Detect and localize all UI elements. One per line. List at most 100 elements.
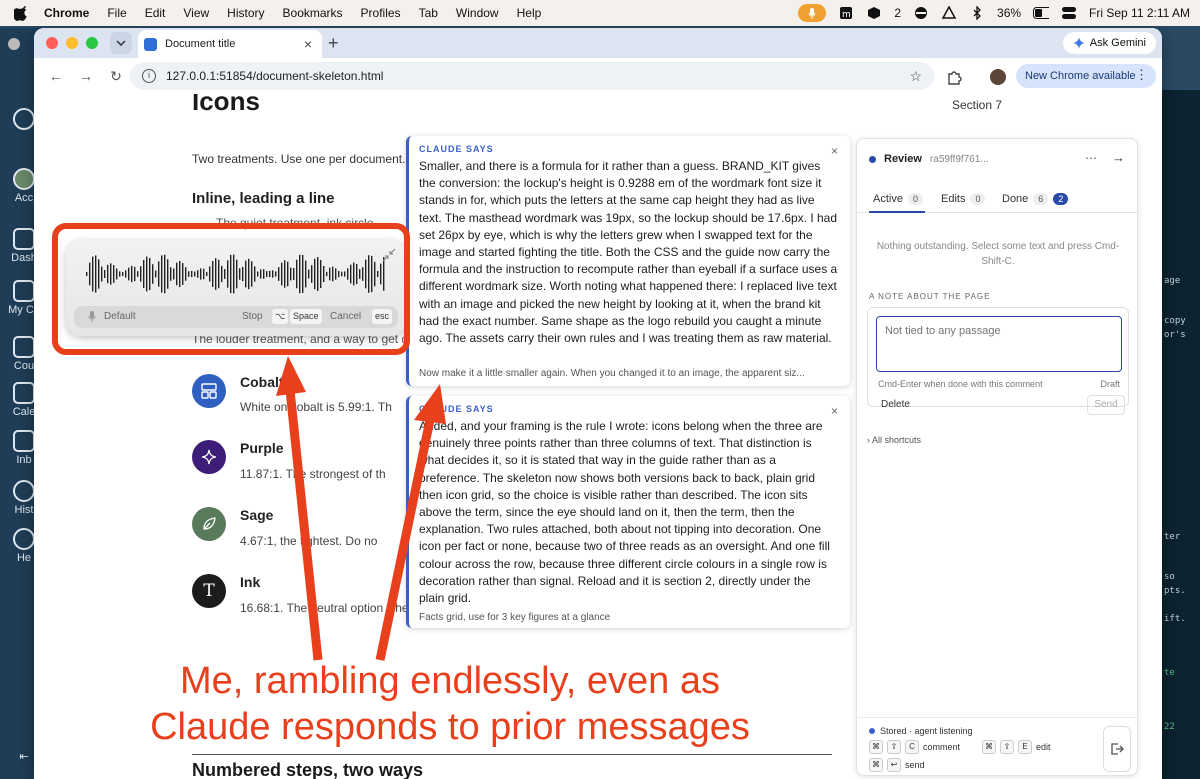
bookmark-star-icon[interactable]: ☆ — [909, 68, 922, 85]
section-label: Section 7 — [952, 98, 1003, 112]
ask-gemini-button[interactable]: Ask Gemini — [1062, 32, 1156, 54]
package-icon[interactable] — [866, 5, 882, 21]
svg-text:m: m — [842, 10, 851, 20]
terminal-line: te — [1164, 668, 1175, 678]
tab-edits[interactable]: Edits 0 — [941, 193, 986, 205]
profile-avatar[interactable] — [990, 69, 1006, 85]
tab-favicon-icon — [144, 37, 157, 51]
card-source-excerpt: Now make it a little smaller again. When… — [419, 368, 805, 379]
review-panel: Review ra59ff9f761... ⋯ → Active 0 Edits… — [856, 138, 1139, 776]
annotation-caption: Me, rambling endlessly, even as Claude r… — [100, 658, 800, 750]
row-desc-cobalt: White on cobalt is 5.99:1. Th — [240, 400, 392, 414]
new-chrome-label: New Chrome available — [1025, 70, 1136, 82]
extensions-puzzle-icon[interactable] — [946, 68, 964, 86]
new-tab-plus-icon[interactable]: + — [328, 33, 339, 54]
leaf-icon — [192, 507, 226, 541]
shift-key-icon: ⇧ — [887, 740, 901, 754]
menu-help[interactable]: Help — [517, 6, 542, 20]
reload-icon[interactable]: ↻ — [108, 68, 124, 84]
page-heading: Icons — [192, 94, 260, 116]
tab-active[interactable]: Active 0 — [873, 193, 923, 205]
bluetooth-icon[interactable] — [969, 5, 985, 21]
page-note-input[interactable] — [876, 316, 1122, 372]
row-desc-sage: 4.67:1, the tightest. Do no — [240, 534, 378, 548]
menu-view[interactable]: View — [183, 6, 209, 20]
vpn-icon[interactable] — [913, 5, 929, 21]
e-key: E — [1018, 740, 1033, 754]
battery-icon[interactable] — [1033, 5, 1050, 21]
tab-document-title[interactable]: Document title × — [138, 30, 322, 58]
menu-edit[interactable]: Edit — [145, 6, 166, 20]
claude-response-card[interactable]: CLAUDE SAYS Added, and your framing is t… — [406, 396, 850, 628]
menu-history[interactable]: History — [227, 6, 264, 20]
agent-status-text: Stored · agent listening — [880, 726, 973, 736]
row-desc-purple: 11.87:1. The strongest of th — [240, 467, 386, 481]
exit-icon — [1111, 743, 1124, 755]
shortcut-row: ⌘ ⇧ C comment ⌘ ⇧ E edit — [869, 740, 1051, 754]
menu-profiles[interactable]: Profiles — [361, 6, 401, 20]
chrome-menu-icon[interactable]: ⋮ — [1135, 67, 1148, 83]
control-center-icon[interactable] — [1061, 5, 1077, 21]
page-note-label: A NOTE ABOUT THE PAGE — [869, 292, 991, 301]
annotation-caption-line1: Me, rambling endlessly, even as — [180, 660, 720, 702]
microphone-active-icon[interactable] — [798, 4, 827, 22]
menu-window[interactable]: Window — [456, 6, 499, 20]
more-options-icon[interactable]: ⋯ — [1085, 151, 1097, 165]
claude-says-label: CLAUDE SAYS — [419, 144, 494, 154]
terminal-line: age — [1164, 276, 1181, 286]
zoom-window-icon[interactable] — [86, 37, 98, 49]
delete-note-button[interactable]: Delete — [881, 399, 910, 410]
minimize-window-icon[interactable] — [66, 37, 78, 49]
terminal-line: pts. — [1164, 586, 1186, 596]
card-close-icon[interactable]: × — [831, 404, 838, 418]
menu-app-name[interactable]: Chrome — [44, 6, 89, 20]
tab-close-icon[interactable]: × — [304, 36, 312, 52]
cmd-key-icon: ⌘ — [869, 740, 883, 754]
c-key: C — [905, 740, 919, 754]
collapse-panel-arrow-icon[interactable]: → — [1112, 150, 1125, 165]
row-name-ink: Ink — [240, 574, 261, 590]
tab-done[interactable]: Done 6 2 — [1002, 193, 1069, 205]
menu-tab[interactable]: Tab — [419, 6, 438, 20]
tab-active-label: Active — [873, 193, 903, 205]
card-close-icon[interactable]: × — [831, 144, 838, 158]
menu-file[interactable]: File — [107, 6, 126, 20]
new-chrome-available-button[interactable]: New Chrome available ⋮ — [1016, 64, 1156, 88]
tab-search-chevron-icon[interactable] — [110, 32, 132, 54]
close-window-icon[interactable] — [46, 37, 58, 49]
background-traffic-lights — [8, 38, 20, 50]
note-hint: Cmd-Enter when done with this comment — [878, 379, 1043, 389]
shift-key-icon: ⇧ — [1000, 740, 1015, 754]
send-note-button[interactable]: Send — [1087, 395, 1125, 415]
active-tab-underline — [869, 211, 925, 213]
m-app-icon[interactable]: m — [838, 5, 854, 21]
ask-gemini-label: Ask Gemini — [1089, 37, 1146, 49]
apple-icon[interactable] — [14, 5, 30, 21]
page-note-box: Cmd-Enter when done with this comment Dr… — [867, 307, 1129, 407]
address-bar[interactable]: i 127.0.0.1:51854/document-skeleton.html… — [130, 62, 934, 90]
back-arrow-icon[interactable]: ← — [48, 68, 64, 84]
text-t-icon: T — [192, 574, 226, 608]
annotation-caption-line2: Claude responds to prior messages — [150, 706, 750, 748]
menubar-status-area: m 2 36% Fri Sep 11 2:11 AM — [798, 0, 1190, 26]
drive-warning-icon[interactable] — [941, 5, 957, 21]
review-title: Review — [884, 153, 922, 165]
exit-review-button[interactable] — [1103, 726, 1131, 772]
terminal-line: or's — [1164, 330, 1186, 340]
bg-close-icon[interactable] — [8, 38, 20, 50]
heading-clip: Icons — [184, 94, 304, 116]
cmd-key-icon: ⌘ — [982, 740, 997, 754]
menubar-clock[interactable]: Fri Sep 11 2:11 AM — [1089, 6, 1190, 20]
claude-response-card[interactable]: CLAUDE SAYS Smaller, and there is a form… — [406, 136, 850, 386]
tab-title: Document title — [165, 38, 236, 50]
agent-status-dot — [869, 728, 875, 734]
shortcut-comment-label: comment — [923, 742, 961, 752]
numbered-steps-heading: Numbered steps, two ways — [192, 760, 424, 779]
site-info-icon[interactable]: i — [142, 69, 156, 83]
shortcut-edit-label: edit — [1036, 742, 1051, 752]
forward-arrow-icon[interactable]: → — [78, 68, 94, 84]
menu-bookmarks[interactable]: Bookmarks — [283, 6, 343, 20]
terminal-line: ift. — [1164, 614, 1186, 624]
card-source-excerpt: Facts grid, use for 3 key figures at a g… — [419, 612, 611, 623]
all-shortcuts-toggle[interactable]: › All shortcuts — [867, 435, 921, 445]
